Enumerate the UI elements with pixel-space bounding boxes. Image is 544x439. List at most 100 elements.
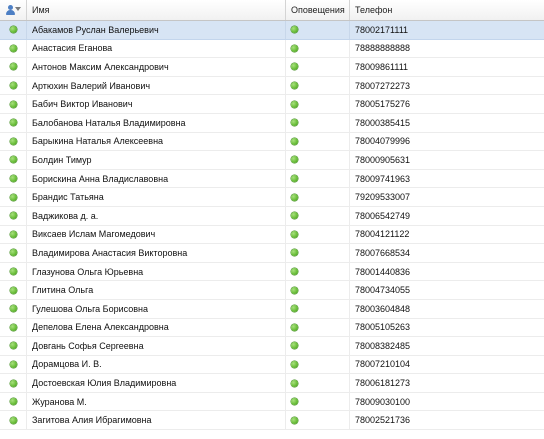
status-dot-icon xyxy=(9,119,17,127)
table-row[interactable]: Достоевская Юлия Владимировна 78006181273 xyxy=(0,374,544,393)
row-notifications-cell xyxy=(286,76,350,95)
row-notifications-cell xyxy=(286,318,350,337)
row-notifications-cell xyxy=(286,113,350,132)
status-dot-icon xyxy=(9,193,17,201)
notification-status-icon xyxy=(291,212,298,220)
row-phone-cell: 78888888888 xyxy=(355,43,411,54)
row-status-cell xyxy=(0,337,27,355)
table-row[interactable]: Глазунова Ольга Юрьевна 78001440836 xyxy=(0,262,544,282)
row-phone-cell: 78009030100 xyxy=(355,396,411,407)
table-row[interactable]: Виксаев Ислам Магомедович 78004121122 xyxy=(0,225,544,245)
grid-body: Абакамов Руслан Валерьевич 78002171111 Ана… xyxy=(0,21,544,431)
row-notifications-cell xyxy=(286,95,350,113)
row-phone-cell: 78009861111 xyxy=(355,61,409,72)
row-status-cell xyxy=(0,281,27,299)
row-notifications-cell xyxy=(286,39,350,58)
row-phone-cell: 78008382485 xyxy=(355,340,411,351)
table-row[interactable]: Болдин Тимур 78000905631 xyxy=(0,151,544,170)
user-dropdown-icon[interactable] xyxy=(6,4,21,16)
notification-status-icon xyxy=(291,156,298,164)
row-name-cell: Абакамов Руслан Валерьевич xyxy=(27,21,286,39)
table-row[interactable]: Абакамов Руслан Валерьевич 78002171111 xyxy=(0,21,544,40)
row-phone-cell: 78001440836 xyxy=(355,266,411,277)
status-dot-icon xyxy=(9,63,17,71)
table-row[interactable]: Журанова М. 78009030100 xyxy=(0,392,544,412)
row-phone-cell: 78004079996 xyxy=(355,136,411,147)
row-name-cell: Артюхин Валерий Иванович xyxy=(27,76,286,95)
table-row[interactable]: Балобанова Наталья Владимировна 780003854… xyxy=(0,113,544,133)
row-notifications-cell xyxy=(286,21,350,39)
row-name-cell: Ваджикова д. а. xyxy=(27,206,286,225)
column-header-notifications[interactable]: Оповещения xyxy=(286,0,350,20)
notification-status-icon xyxy=(291,323,298,331)
row-status-cell xyxy=(0,21,27,39)
table-row[interactable]: Довгань Софья Сергеевна 78008382485 xyxy=(0,337,544,356)
row-notifications-cell xyxy=(286,244,350,262)
notification-status-icon xyxy=(291,416,298,424)
row-phone-cell: 78004734055 xyxy=(355,285,411,296)
row-status-cell xyxy=(0,318,27,337)
row-notifications-cell xyxy=(286,411,350,430)
table-row[interactable]: Брандис Татьяна 79209533007 xyxy=(0,188,544,207)
row-notifications-cell xyxy=(286,355,350,374)
status-dot-icon xyxy=(9,398,17,406)
row-notifications-cell xyxy=(286,337,350,355)
row-phone-cell: 78005105263 xyxy=(355,322,411,333)
row-phone-cell: 78004121122 xyxy=(355,229,410,240)
table-row[interactable]: Артюхин Валерий Иванович 78007272273 xyxy=(0,76,544,96)
row-status-cell xyxy=(0,113,27,132)
row-phone-cell: 78000905631 xyxy=(355,154,411,165)
table-row[interactable]: Гулешова Ольга Борисовна 78003604848 xyxy=(0,299,544,319)
row-status-cell xyxy=(0,299,27,318)
status-dot-icon xyxy=(9,212,17,220)
status-dot-icon xyxy=(9,156,17,164)
row-notifications-cell xyxy=(286,262,350,281)
table-row[interactable]: Бабич Виктор Иванович 78005175276 xyxy=(0,95,544,114)
contacts-grid: Имя Оповещения Телефон Абакамов Руслан В… xyxy=(0,0,544,439)
column-header-phone[interactable]: Телефон xyxy=(350,0,544,20)
row-phone-cell: 78006181273 xyxy=(355,378,411,389)
grid-header: Имя Оповещения Телефон xyxy=(0,0,544,21)
row-phone-cell: 79209533007 xyxy=(355,192,411,203)
row-name-cell: Барыкина Наталья Алексеевна xyxy=(27,132,286,151)
row-name-cell: Болдин Тимур xyxy=(27,151,286,169)
row-name-cell: Бабич Виктор Иванович xyxy=(27,95,286,113)
header-user-menu-cell[interactable] xyxy=(0,0,27,20)
status-dot-icon xyxy=(9,175,17,183)
row-status-cell xyxy=(0,76,27,95)
table-row[interactable]: Анастасия Еганова 78888888888 xyxy=(0,39,544,59)
row-status-cell xyxy=(0,262,27,281)
table-row[interactable]: Дорамцова И. В. 78007210104 xyxy=(0,355,544,375)
table-row[interactable]: Ваджикова д. а. 78006542749 xyxy=(0,206,544,226)
row-phone-cell: 78003604848 xyxy=(355,303,411,314)
table-row[interactable]: Депелова Елена Александровна 78005105263 xyxy=(0,318,544,338)
notification-status-icon xyxy=(291,119,298,127)
notification-status-icon xyxy=(291,249,298,257)
row-phone-cell: 78002171111 xyxy=(355,24,409,35)
table-row[interactable]: Глитина Ольга 78004734055 xyxy=(0,281,544,300)
row-name-cell: Журанова М. xyxy=(27,392,286,411)
table-row[interactable]: Борискина Анна Владиславовна 78009741963 xyxy=(0,169,544,189)
row-status-cell xyxy=(0,392,27,411)
table-row[interactable]: Владимирова Анастасия Викторовна 78007668… xyxy=(0,244,544,263)
row-phone-cell: 78002521736 xyxy=(355,415,411,426)
row-notifications-cell xyxy=(286,169,350,188)
column-header-name[interactable]: Имя xyxy=(27,0,286,20)
row-name-cell: Довгань Софья Сергеевна xyxy=(27,337,286,355)
notification-status-icon xyxy=(291,100,298,108)
row-status-cell xyxy=(0,132,27,151)
notification-status-icon xyxy=(291,286,298,294)
row-status-cell xyxy=(0,225,27,244)
table-row[interactable]: Барыкина Наталья Алексеевна 78004079996 xyxy=(0,132,544,152)
row-name-cell: Балобанова Наталья Владимировна xyxy=(27,113,286,132)
row-name-cell: Виксаев Ислам Магомедович xyxy=(27,225,286,244)
table-row[interactable]: Загитова Алия Ибрагимовна 78002521736 xyxy=(0,411,544,431)
notification-status-icon xyxy=(291,398,298,406)
row-notifications-cell xyxy=(286,132,350,151)
row-name-cell: Загитова Алия Ибрагимовна xyxy=(27,411,286,430)
notification-status-icon xyxy=(291,26,298,34)
row-phone-cell: 78009741963 xyxy=(355,173,411,184)
table-row[interactable]: Антонов Максим Александрович 78009861111 xyxy=(0,58,544,77)
row-name-cell: Депелова Елена Александровна xyxy=(27,318,286,337)
status-dot-icon xyxy=(9,26,17,34)
